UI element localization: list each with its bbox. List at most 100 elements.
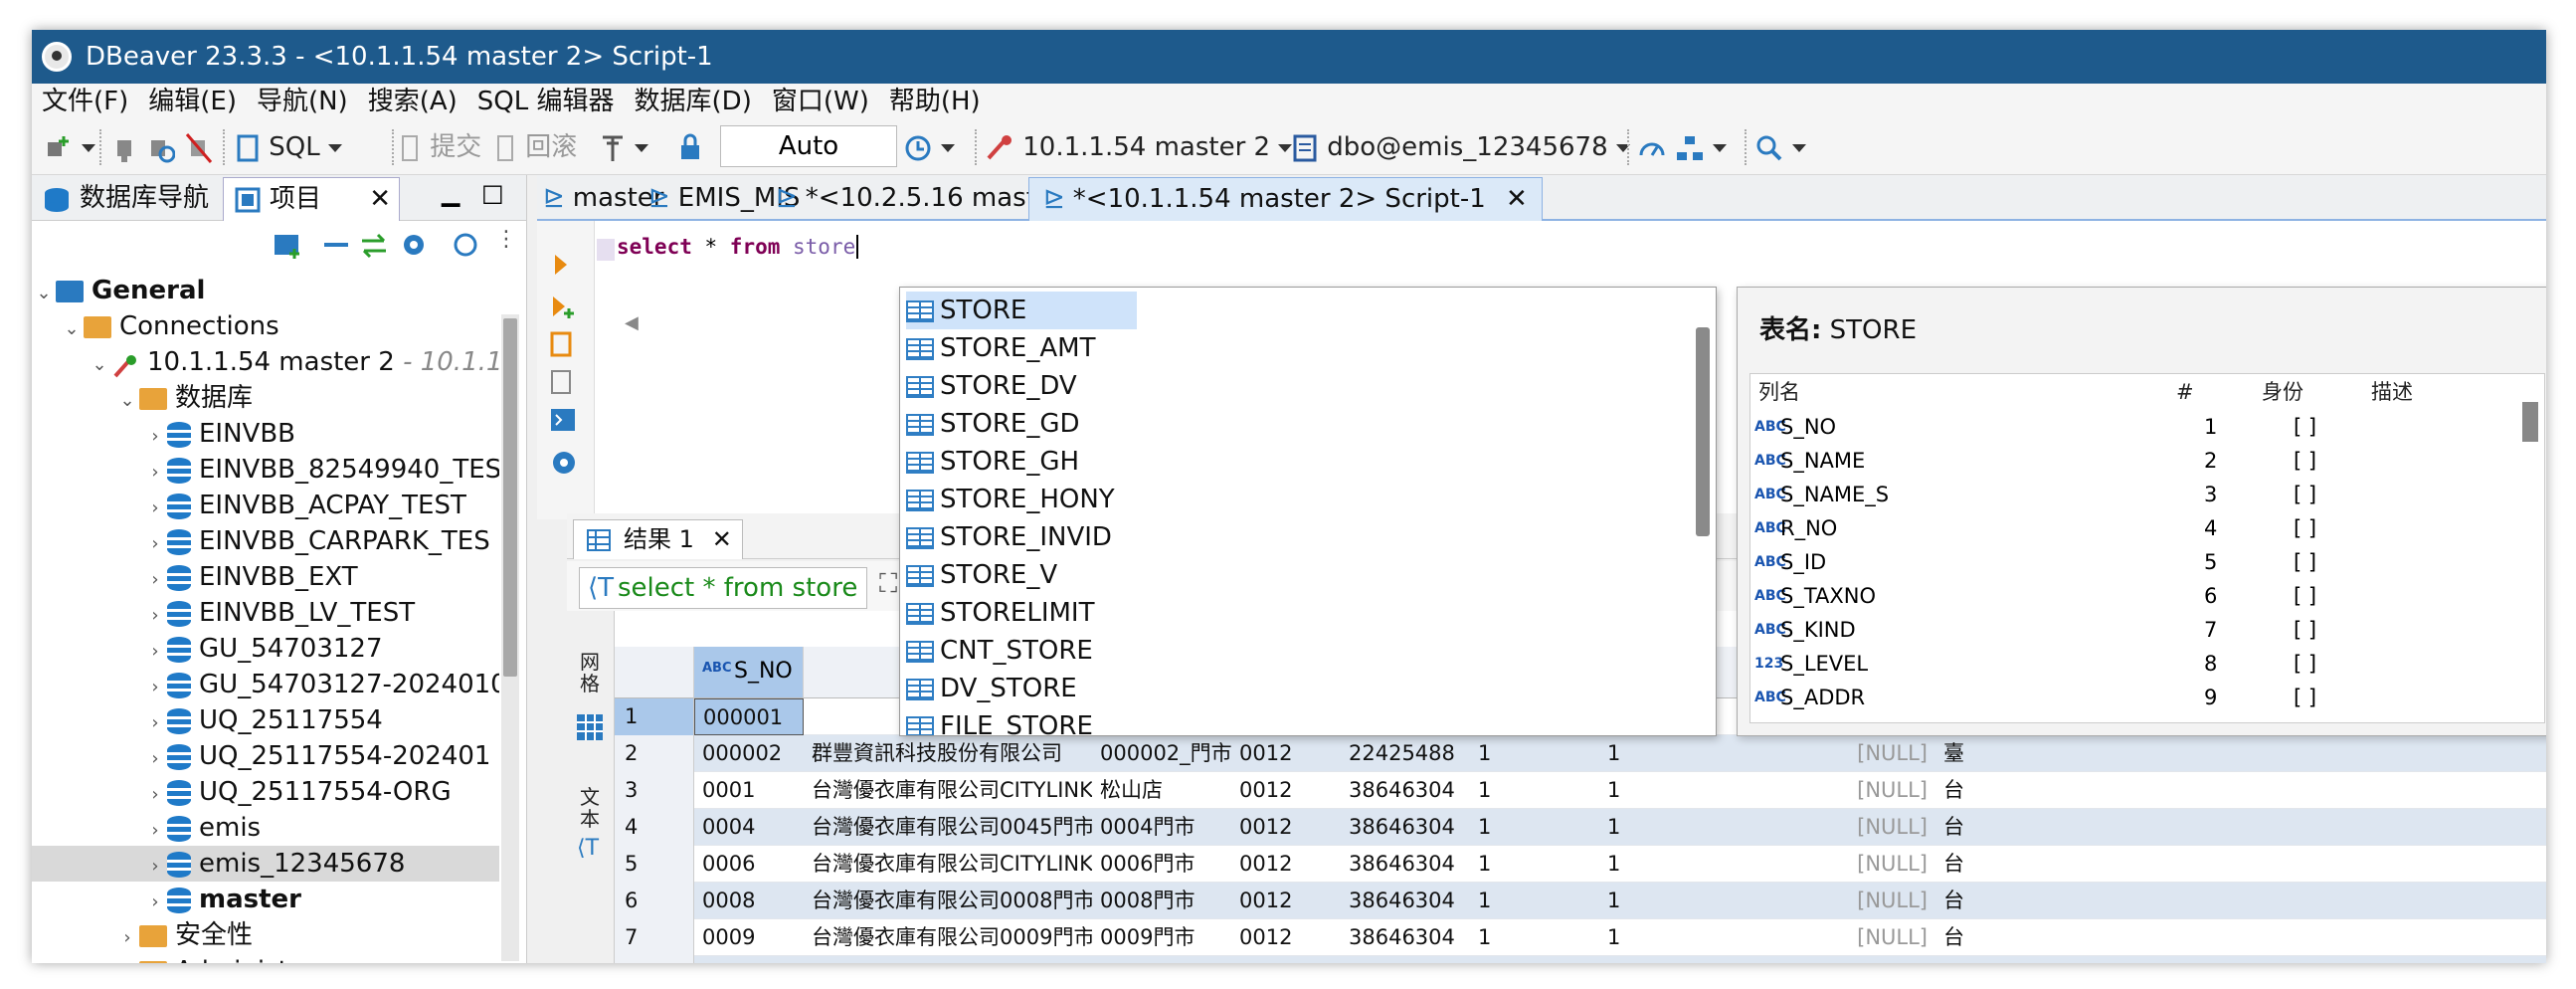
tree-node[interactable]: ⌄ 数据库 (115, 380, 253, 416)
table-cell[interactable]: 1 (1470, 883, 1599, 919)
menu-item[interactable]: 导航(N) (247, 84, 358, 119)
table-row[interactable]: 7 0009 台灣優衣庫有限公司0009門市 0009門市 0012 38646304 1 1… (615, 919, 2546, 956)
text-view-label[interactable]: 文本 (575, 786, 605, 830)
expand-arrow-icon[interactable]: › (143, 849, 167, 885)
execute-script-icon[interactable] (549, 330, 575, 358)
table-cell[interactable]: 38646304 (1341, 809, 1470, 846)
table-cell[interactable]: 0006門市 (1092, 846, 1231, 883)
expand-arrow-icon[interactable]: › (115, 956, 139, 963)
column-row[interactable]: ABC S_ADDR 9[ ] (1750, 681, 2526, 714)
rollback-button[interactable]: 回滚 (495, 127, 577, 167)
tree-node[interactable]: › UQ_25117554 (143, 702, 382, 741)
table-cell[interactable]: 台灣優衣庫有限公司CITYLINK 0006門市 (804, 846, 1092, 883)
autocomplete-item[interactable]: DV_STORE (906, 670, 1077, 707)
table-cell[interactable]: 台 (1935, 772, 1975, 809)
tree-node[interactable]: › EINVBB_EXT (143, 559, 357, 595)
menu-item[interactable]: SQL 编辑器 (467, 84, 625, 119)
column-row[interactable]: 123 S_LEVEL 8 [ ] (1750, 647, 2526, 681)
autocomplete-item[interactable]: STORELIMIT (906, 594, 1094, 632)
table-cell[interactable]: 0012 (1231, 956, 1341, 963)
table-cell[interactable]: 1 (1470, 846, 1599, 883)
link-editor-icon[interactable] (358, 229, 390, 261)
editor-tab[interactable]: ⊵ *<10.1.1.54 master 2> Script-1 ✕ (1028, 177, 1543, 221)
expand-arrow-icon[interactable]: › (143, 526, 167, 562)
table-cell[interactable]: 0008 (694, 883, 804, 919)
expand-arrow-icon[interactable]: ⌄ (32, 276, 56, 311)
table-cell[interactable]: 台 (1935, 846, 1975, 883)
table-cell[interactable]: 38646304 (1341, 919, 1470, 956)
tab-projects[interactable]: 项目 ✕ (223, 177, 400, 221)
expand-arrow-icon[interactable]: › (143, 777, 167, 813)
expand-arrow-icon[interactable]: › (143, 670, 167, 705)
expand-arrow-icon[interactable]: ⌄ (115, 383, 139, 419)
expand-arrow-icon[interactable]: › (143, 705, 167, 741)
autocomplete-scrollbar[interactable] (1696, 327, 1710, 536)
table-cell[interactable]: 台 (1935, 919, 1975, 956)
table-cell[interactable]: [NULL] (1748, 809, 1935, 846)
column-row[interactable]: ABC S_ID 5[ ] (1750, 545, 2526, 579)
table-cell[interactable]: [NULL] (1748, 846, 1935, 883)
table-cell[interactable]: 松山店 (1092, 772, 1231, 809)
table-cell[interactable]: 1 (1599, 846, 1748, 883)
gear-icon[interactable] (398, 229, 430, 261)
table-cell[interactable]: 1 (1599, 772, 1748, 809)
autocomplete-item[interactable]: STORE_AMT (906, 329, 1095, 367)
editor-tab[interactable]: ⊵ master (543, 177, 663, 221)
table-cell[interactable]: 1 (1599, 809, 1748, 846)
table-cell[interactable]: 22425488 (1341, 735, 1470, 772)
autocomplete-item[interactable]: FILE_STORE (906, 707, 1093, 735)
grid-view-label[interactable]: 网格 (575, 651, 605, 694)
transaction-mode-select[interactable]: Auto (720, 125, 897, 167)
table-cell[interactable]: 0004 (694, 809, 804, 846)
table-cell[interactable]: 台 (1935, 883, 1975, 919)
column-list-scrollbar[interactable] (2522, 402, 2538, 442)
menu-item[interactable]: 搜索(A) (358, 84, 467, 119)
close-icon[interactable]: ✕ (1498, 184, 1528, 214)
expand-arrow-icon[interactable]: › (143, 455, 167, 491)
autocomplete-item[interactable]: CNT_STORE (906, 632, 1093, 670)
connect-button[interactable] (111, 127, 137, 167)
active-connection-select[interactable]: 10.1.1.54 master 2 (985, 127, 1293, 167)
expand-arrow-icon[interactable]: › (143, 634, 167, 670)
table-cell[interactable]: 0012 (1231, 809, 1341, 846)
tree-node[interactable]: › UQ_25117554-202401 (143, 738, 490, 774)
tree-node[interactable]: › GU_54703127 (143, 631, 382, 670)
sql-editor-button[interactable]: SQL (235, 127, 342, 167)
tree-node[interactable]: › EINVBB_LV_TEST (143, 595, 415, 631)
sql-code[interactable]: select * from store (617, 235, 859, 259)
autocomplete-item[interactable]: STORE_DV (906, 367, 1077, 405)
autocomplete-item[interactable]: STORE_GD (906, 405, 1080, 443)
table-row[interactable]: 4 0004 台灣優衣庫有限公司0045門市 0004門市 0012 38646304 1 1… (615, 809, 2546, 846)
maximize-icon[interactable]: □ (481, 179, 504, 207)
table-cell[interactable]: 群豐資訊科技股份有限公司 (804, 735, 1092, 772)
expand-arrow-icon[interactable]: › (143, 419, 167, 455)
history-button[interactable] (903, 127, 955, 167)
table-cell[interactable]: 0009 (694, 919, 804, 956)
expand-arrow-icon[interactable]: ⌄ (60, 311, 84, 347)
erd-button[interactable] (1675, 127, 1727, 167)
new-folder-icon[interactable] (273, 229, 304, 261)
execute-new-tab-icon[interactable] (549, 293, 575, 320)
table-row[interactable]: 6 0008 台灣優衣庫有限公司0008門市 0008門市 0012 38646304 1 1… (615, 883, 2546, 919)
table-cell[interactable]: 0010門市 (1092, 956, 1231, 963)
table-cell[interactable]: 38646304 (1341, 883, 1470, 919)
table-cell[interactable]: 台灣優衣庫有限公司0009門市 (804, 919, 1092, 956)
filter-input[interactable]: ⟨T select * from store (579, 567, 867, 609)
menu-item[interactable]: 窗口(W) (762, 84, 879, 119)
dashboard-button[interactable] (1637, 127, 1667, 167)
table-cell[interactable]: 38646304 (1341, 956, 1470, 963)
table-cell[interactable]: 0004門市 (1092, 809, 1231, 846)
refresh-icon[interactable] (450, 229, 481, 261)
search-button[interactable] (1754, 127, 1806, 167)
table-cell[interactable]: 台灣優衣庫有限公司0010門市 (804, 956, 1092, 963)
terminal-icon[interactable] (549, 406, 577, 434)
table-cell[interactable]: 0012 (1231, 883, 1341, 919)
execute-statement-icon[interactable] (549, 251, 573, 279)
table-cell[interactable]: [NULL] (1748, 919, 1935, 956)
expand-arrow-icon[interactable]: › (143, 741, 167, 777)
table-cell[interactable]: [NULL] (1748, 883, 1935, 919)
table-cell[interactable]: 1 (1470, 735, 1599, 772)
column-row[interactable]: ABC S_KIND 7[ ] (1750, 613, 2526, 647)
menu-item[interactable]: 文件(F) (32, 84, 138, 119)
column-header-s-no[interactable]: ABC S_NO ▼ (694, 647, 829, 698)
